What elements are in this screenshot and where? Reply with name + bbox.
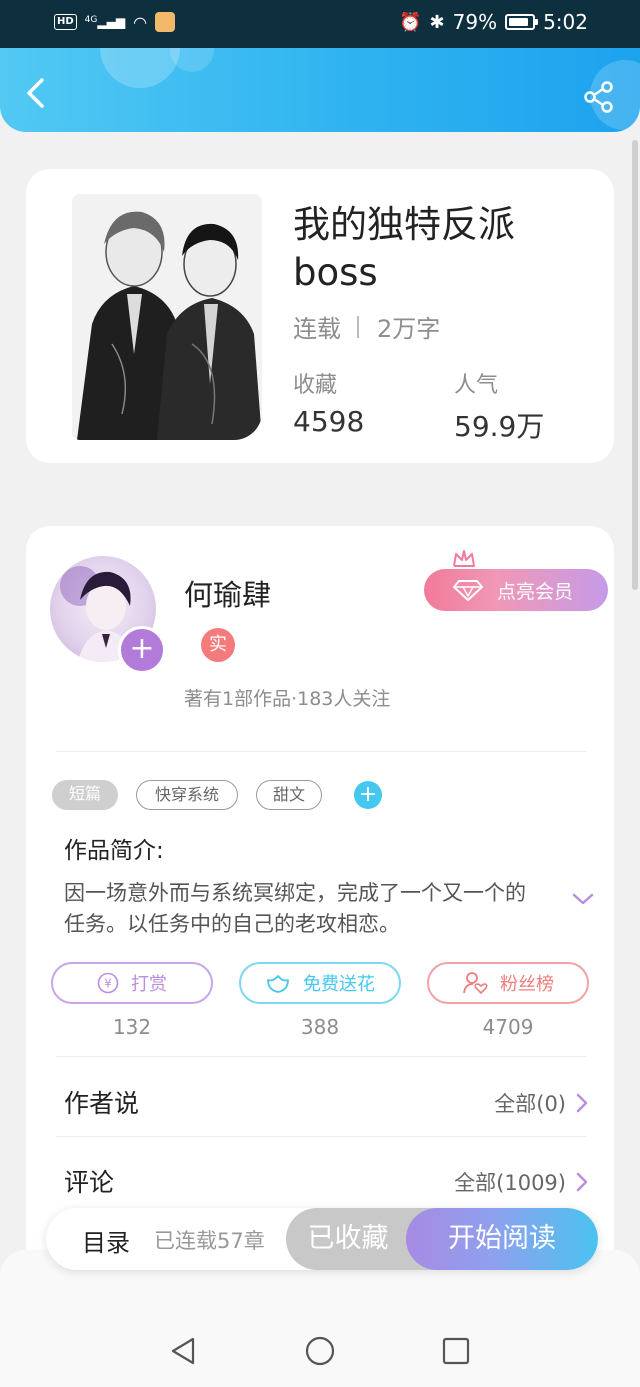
author-card: + 何瑜肆 实 著有1部作品·183人关注 点亮会员 短篇 快穿系统 甜文 + … bbox=[26, 526, 614, 1286]
chevron-right-icon bbox=[576, 1172, 588, 1192]
tag-item[interactable]: 快穿系统 bbox=[136, 780, 238, 810]
battery-percent: 79% bbox=[452, 10, 498, 34]
book-cover[interactable] bbox=[72, 194, 262, 440]
chevron-right-icon bbox=[576, 1093, 588, 1113]
fan-rank-button[interactable]: 粉丝榜 bbox=[427, 962, 589, 1004]
author-says-value: 全部(0) bbox=[494, 1092, 566, 1116]
bottom-sheet bbox=[0, 1250, 640, 1387]
nav-recents-icon[interactable] bbox=[442, 1336, 470, 1366]
author-stats: 著有1部作品·183人关注 bbox=[184, 688, 391, 710]
book-info-card: 我的独特反派boss 连载 2万字 收藏 4598 人气 59.9万 bbox=[26, 169, 614, 463]
book-meta: 连载 2万字 bbox=[293, 309, 440, 344]
vip-button-label: 点亮会员 bbox=[496, 580, 573, 603]
collected-label: 已收藏 bbox=[307, 1223, 389, 1254]
alarm-icon: ⏰ bbox=[399, 11, 422, 33]
fan-icon bbox=[463, 972, 488, 995]
divider bbox=[56, 1056, 586, 1057]
add-tag-button[interactable]: + bbox=[354, 781, 382, 809]
send-flower-label: 免费送花 bbox=[303, 974, 375, 995]
favorites-label: 收藏 bbox=[293, 373, 338, 398]
reward-count: 132 bbox=[112, 1015, 152, 1039]
comments-value: 全部(1009) bbox=[454, 1171, 566, 1195]
comments-label: 评论 bbox=[64, 1168, 115, 1197]
scrollbar[interactable] bbox=[632, 140, 638, 590]
tag-item[interactable]: 甜文 bbox=[256, 780, 322, 810]
author-says-link[interactable]: 全部(0) bbox=[494, 1088, 588, 1118]
signal-icon: 4G▂▄▆ bbox=[84, 15, 126, 29]
popularity-label: 人气 bbox=[454, 373, 499, 398]
flower-icon bbox=[267, 975, 289, 993]
tag-item[interactable]: 短篇 bbox=[52, 780, 118, 810]
real-name-badge: 实 bbox=[201, 628, 235, 662]
read-action-bar: 目录 已连载57章 已收藏 开始阅读 bbox=[46, 1208, 598, 1270]
signal-label: 4G bbox=[84, 15, 98, 25]
follow-plus-button[interactable]: + bbox=[118, 626, 166, 674]
divider bbox=[56, 1136, 586, 1137]
favorites-value: 4598 bbox=[293, 405, 365, 438]
yen-icon: ¥ bbox=[97, 972, 119, 994]
cover-illustration bbox=[72, 194, 262, 440]
nav-back-icon[interactable] bbox=[169, 1336, 197, 1366]
comments-link[interactable]: 全部(1009) bbox=[454, 1167, 588, 1197]
share-icon[interactable] bbox=[582, 80, 616, 114]
decor-bubble bbox=[170, 48, 214, 72]
diamond-icon bbox=[452, 580, 483, 601]
fan-rank-label: 粉丝榜 bbox=[500, 974, 554, 995]
word-count: 2万字 bbox=[377, 315, 441, 343]
author-name[interactable]: 何瑜肆 bbox=[184, 572, 271, 614]
network-type: HD bbox=[54, 14, 77, 30]
toc-button[interactable]: 目录 bbox=[82, 1223, 130, 1258]
chapters-count: 已连载57章 bbox=[154, 1229, 265, 1253]
decor-bubble bbox=[100, 48, 180, 88]
app-notification-icon bbox=[155, 12, 176, 32]
wifi-icon: ◠ bbox=[133, 12, 148, 32]
send-flower-button[interactable]: 免费送花 bbox=[239, 962, 401, 1004]
vip-button[interactable]: 点亮会员 bbox=[424, 569, 608, 611]
battery-icon bbox=[505, 14, 539, 30]
meta-divider bbox=[357, 315, 359, 338]
back-icon[interactable] bbox=[22, 76, 52, 110]
crown-icon bbox=[453, 550, 475, 567]
divider bbox=[56, 751, 586, 752]
nav-home-icon[interactable] bbox=[305, 1336, 335, 1366]
intro-text: 因一场意外而与系统冥绑定，完成了一个又一个的任务。以任务中的自己的老攻相恋。 bbox=[64, 881, 526, 936]
author-says-label: 作者说 bbox=[64, 1089, 140, 1118]
svg-text:¥: ¥ bbox=[104, 977, 112, 991]
book-status: 连载 bbox=[293, 315, 341, 343]
bluetooth-icon: ✱ bbox=[429, 11, 445, 33]
book-title: 我的独特反派boss bbox=[293, 203, 515, 294]
status-bar: HD 4G▂▄▆ ◠ ⏰ ✱ 79% 5:02 bbox=[0, 0, 640, 48]
clock: 5:02 bbox=[543, 10, 588, 34]
intro-title: 作品简介: bbox=[64, 838, 164, 864]
top-header bbox=[0, 48, 640, 132]
start-reading-button[interactable]: 开始阅读 bbox=[406, 1208, 598, 1270]
fan-count: 4709 bbox=[482, 1015, 534, 1039]
chevron-down-icon[interactable] bbox=[572, 892, 594, 906]
reward-button[interactable]: ¥ 打赏 bbox=[51, 962, 213, 1004]
reward-label: 打赏 bbox=[131, 974, 167, 995]
popularity-value: 59.9万 bbox=[454, 410, 545, 443]
flower-count: 388 bbox=[300, 1015, 340, 1039]
